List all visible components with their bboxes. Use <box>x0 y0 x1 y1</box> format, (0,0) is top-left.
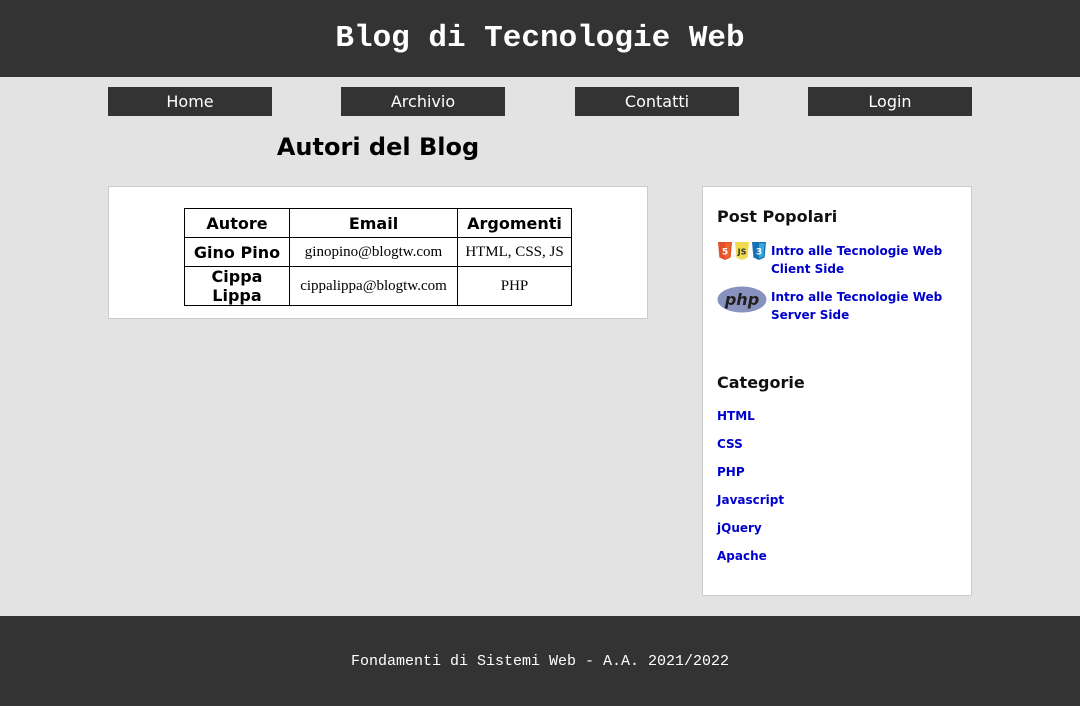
nav-login[interactable]: Login <box>808 87 972 116</box>
column-header-email: Email <box>289 208 458 238</box>
php-logo-icon: php <box>717 286 767 313</box>
category-link-css[interactable]: CSS <box>717 437 743 451</box>
site-title: Blog di Tecnologie Web <box>335 21 745 56</box>
column-header-autore: Autore <box>184 208 290 238</box>
main-content-box: Autore Email Argomenti Gino Pino ginopin… <box>108 186 648 319</box>
category-link-jquery[interactable]: jQuery <box>717 521 762 535</box>
author-topics: PHP <box>457 266 572 306</box>
nav-contatti[interactable]: Contatti <box>575 87 739 116</box>
post-icons-server-side: php <box>717 286 767 317</box>
categories-heading: Categorie <box>717 373 805 392</box>
authors-table: Autore Email Argomenti Gino Pino ginopin… <box>184 208 572 306</box>
author-topics: HTML, CSS, JS <box>457 237 572 267</box>
column-header-argomenti: Argomenti <box>457 208 572 238</box>
html5-css3-js-icons: 5 JS 3 <box>718 242 766 260</box>
author-email: cippalippa@blogtw.com <box>289 266 458 306</box>
author-name: Gino Pino <box>184 237 290 267</box>
category-link-html[interactable]: HTML <box>717 409 755 423</box>
css3-icon: 3 <box>752 242 766 260</box>
page-title: Autori del Blog <box>276 133 480 161</box>
site-header: Blog di Tecnologie Web <box>0 0 1080 77</box>
table-header-row: Autore Email Argomenti <box>184 208 572 238</box>
svg-text:5: 5 <box>722 248 728 258</box>
js-icon: JS <box>735 242 749 260</box>
table-row: Cippa Lippa cippalippa@blogtw.com PHP <box>184 266 572 306</box>
svg-text:JS: JS <box>737 248 747 257</box>
sidebar: Post Popolari 5 JS 3 Intro alle Tecnolog… <box>702 186 972 596</box>
popular-post-link[interactable]: Intro alle Tecnologie Web Client Side <box>771 242 951 278</box>
author-email: ginopino@blogtw.com <box>289 237 458 267</box>
category-link-php[interactable]: PHP <box>717 465 745 479</box>
post-icons-client-side: 5 JS 3 <box>717 241 769 265</box>
category-link-apache[interactable]: Apache <box>717 549 767 563</box>
nav-archivio[interactable]: Archivio <box>341 87 505 116</box>
site-footer: Fondamenti di Sistemi Web - A.A. 2021/20… <box>0 616 1080 706</box>
svg-text:3: 3 <box>756 248 762 258</box>
popular-post-link[interactable]: Intro alle Tecnologie Web Server Side <box>771 288 951 324</box>
svg-text:php: php <box>724 290 759 309</box>
category-link-javascript[interactable]: Javascript <box>717 493 784 507</box>
html5-icon: 5 <box>718 242 732 260</box>
footer-text: Fondamenti di Sistemi Web - A.A. 2021/20… <box>350 652 730 670</box>
popular-posts-heading: Post Popolari <box>717 207 838 226</box>
nav-home[interactable]: Home <box>108 87 272 116</box>
author-name: Cippa Lippa <box>184 266 290 306</box>
table-row: Gino Pino ginopino@blogtw.com HTML, CSS,… <box>184 237 572 267</box>
